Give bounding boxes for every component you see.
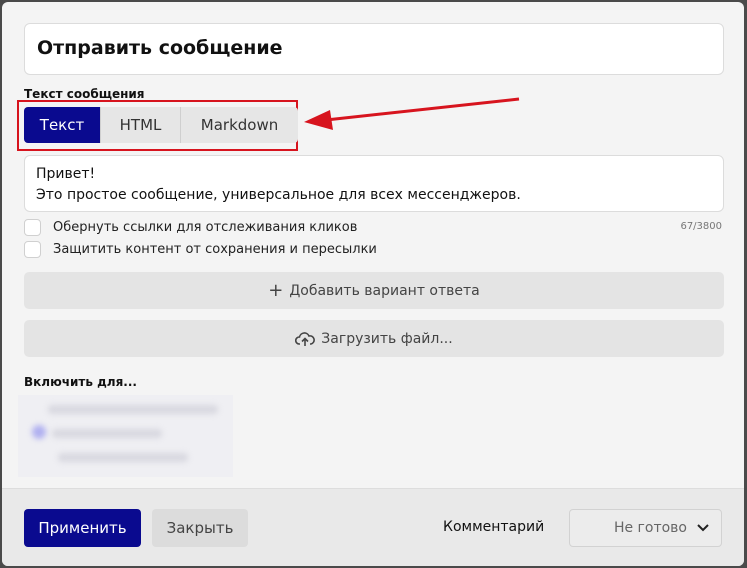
comment-link[interactable]: Комментарий (443, 519, 544, 535)
tab-text[interactable]: Текст (24, 107, 101, 143)
char-counter: 67/3800 (680, 221, 722, 232)
upload-file-button[interactable]: Загрузить файл... (24, 320, 724, 357)
send-message-dialog: Отправить сообщение Текст сообщения Текс… (2, 2, 744, 566)
wrap-links-option[interactable]: Обернуть ссылки для отслеживания кликов (24, 219, 357, 236)
protect-content-label: Защитить контент от сохранения и пересыл… (53, 242, 377, 257)
protect-content-checkbox[interactable] (24, 241, 41, 258)
status-value: Не готово (613, 520, 687, 536)
apply-button[interactable]: Применить (24, 509, 141, 547)
chevron-down-icon (697, 521, 709, 535)
wrap-links-checkbox[interactable] (24, 219, 41, 236)
message-line-1: Привет! (36, 166, 96, 182)
dialog-title: Отправить сообщение (24, 23, 724, 75)
red-arrow-annotation (304, 97, 520, 130)
dialog-footer: Применить Закрыть Комментарий Не готово (2, 488, 744, 566)
status-select[interactable]: Не готово (569, 509, 722, 547)
format-tabs: Текст HTML Markdown (24, 107, 298, 143)
blurred-recipients (18, 395, 233, 477)
message-textarea[interactable]: Привет! Это простое сообщение, универсал… (24, 155, 724, 212)
upload-file-label: Загрузить файл... (321, 330, 453, 347)
tab-markdown[interactable]: Markdown (181, 107, 298, 143)
cloud-upload-icon (295, 331, 316, 347)
message-text-label: Текст сообщения (24, 87, 145, 101)
add-answer-label: Добавить вариант ответа (289, 282, 480, 299)
include-for-label: Включить для... (24, 375, 137, 389)
tab-html[interactable]: HTML (101, 107, 181, 143)
plus-icon: + (268, 280, 284, 301)
protect-content-option[interactable]: Защитить контент от сохранения и пересыл… (24, 241, 377, 258)
add-answer-button[interactable]: + Добавить вариант ответа (24, 272, 724, 309)
message-line-2: Это простое сообщение, универсальное для… (36, 187, 521, 203)
wrap-links-label: Обернуть ссылки для отслеживания кликов (53, 220, 358, 235)
close-button[interactable]: Закрыть (152, 509, 248, 547)
